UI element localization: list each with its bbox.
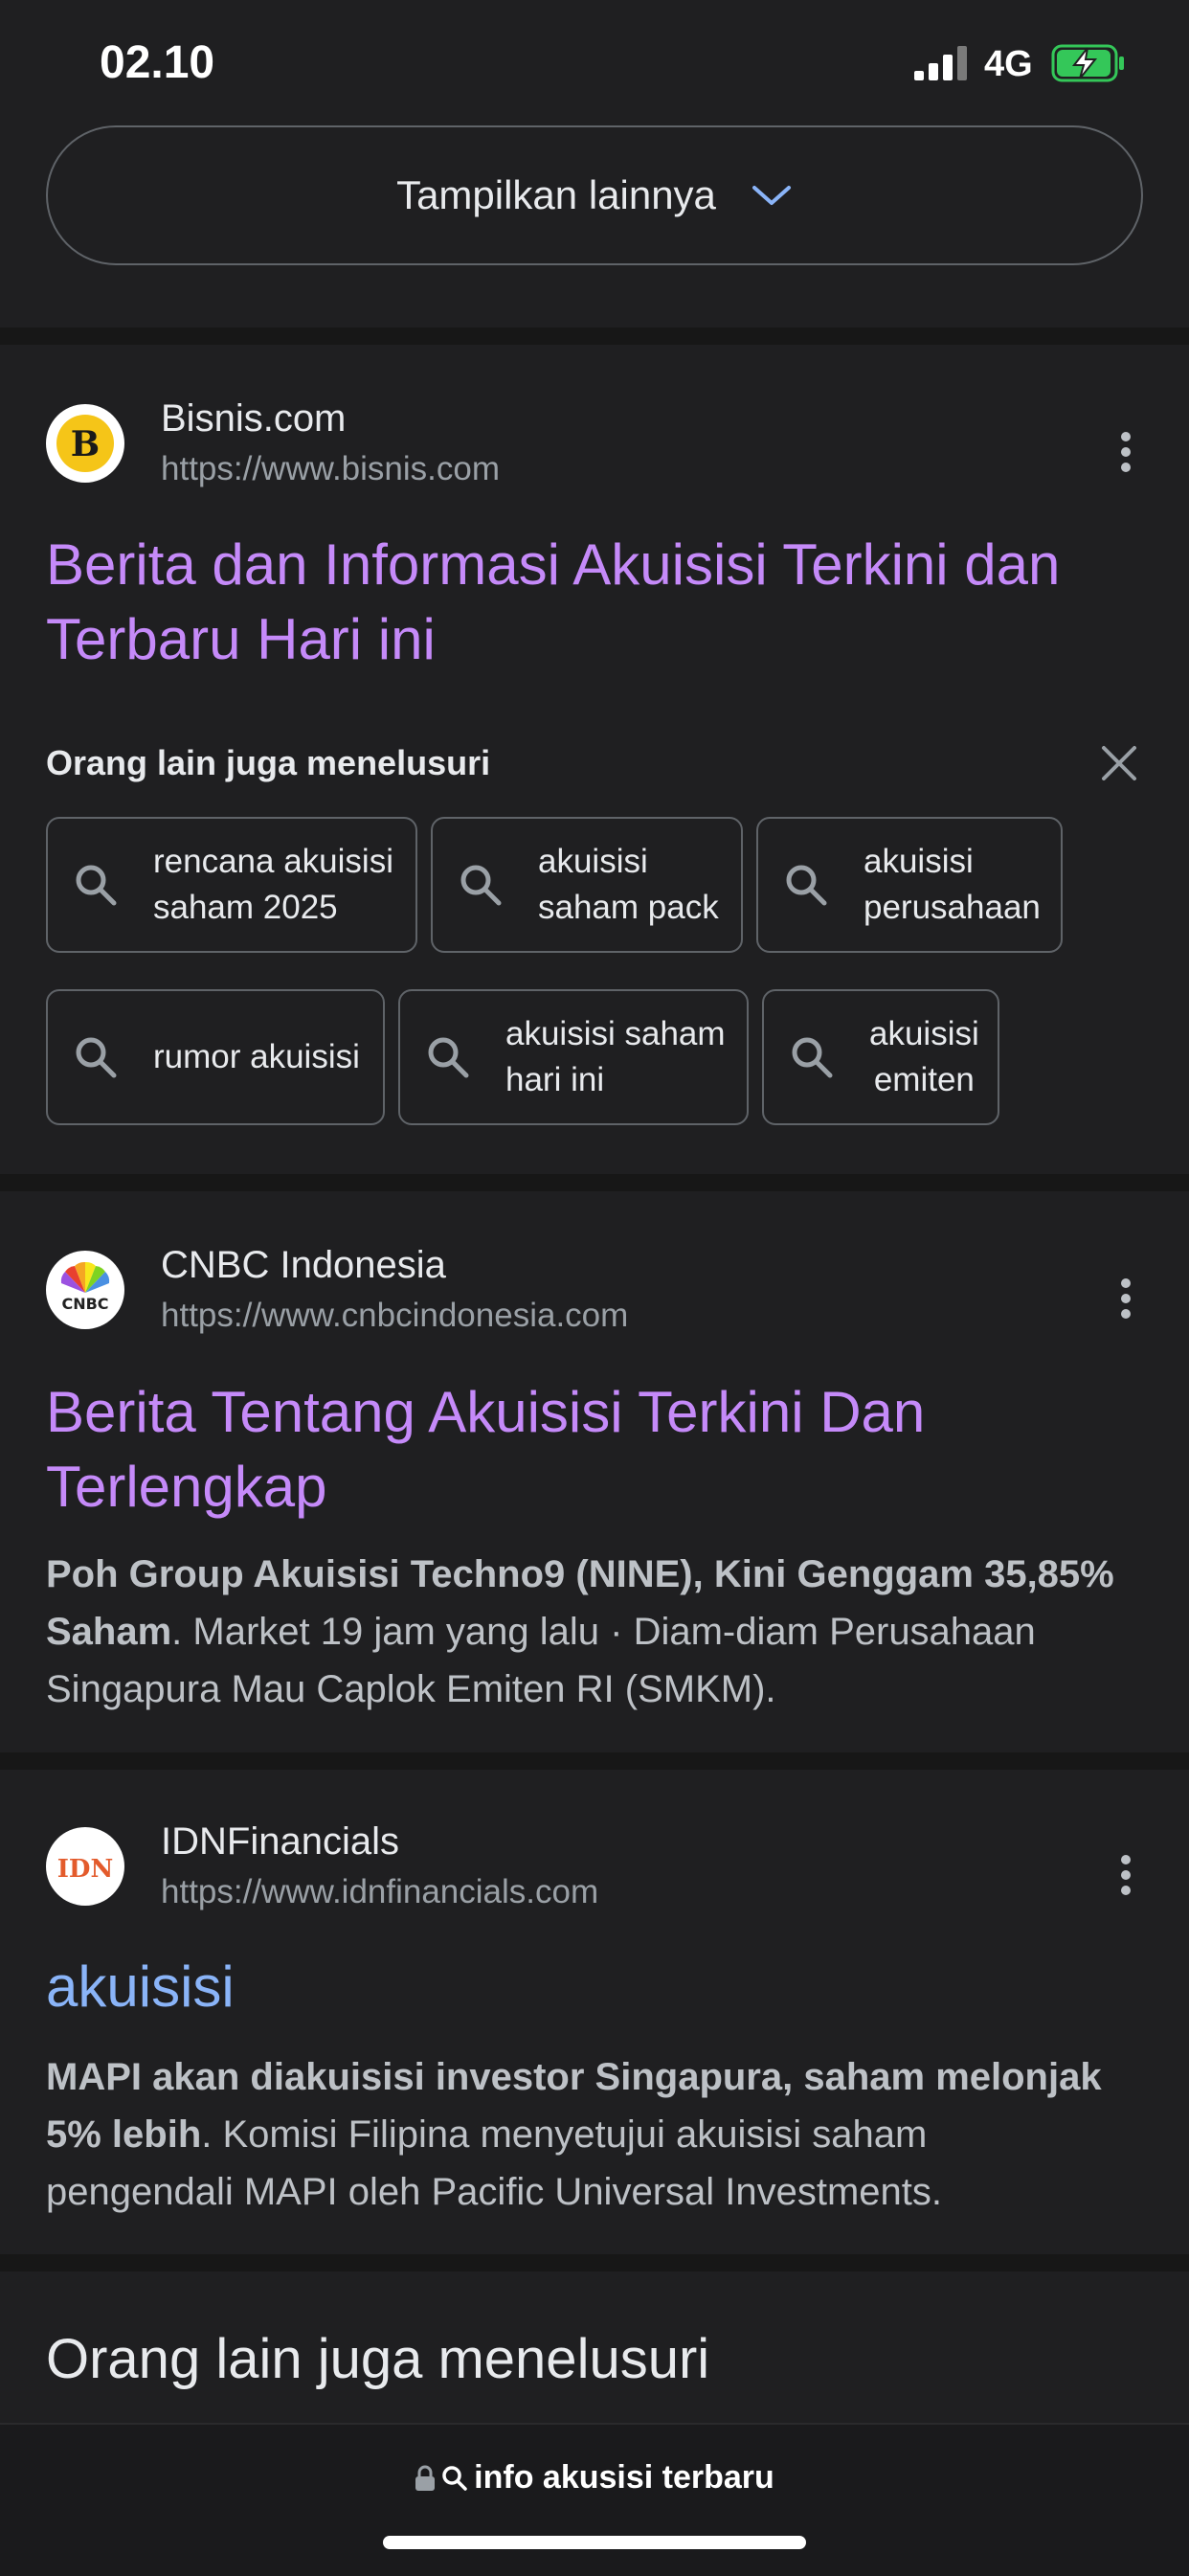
search-chip[interactable]: rumor akuisisi [46, 989, 385, 1125]
network-type: 4G [984, 44, 1033, 84]
people-also-search-title: Orang lain juga menelusuri [46, 743, 491, 782]
show-more-button[interactable]: Tampilkan lainnya [46, 125, 1143, 265]
close-icon[interactable] [1099, 743, 1139, 783]
people-also-search-heading: Orang lain juga menelusuri [46, 2328, 710, 2390]
show-more-label: Tampilkan lainnya [396, 172, 716, 217]
home-indicator[interactable] [383, 2536, 806, 2549]
more-options-icon[interactable] [1116, 431, 1135, 473]
search-icon [76, 865, 117, 906]
result-site-name: IDNFinancials [161, 1820, 399, 1863]
result-site-url: https://www.cnbcindonesia.com [161, 1297, 629, 1334]
more-options-icon[interactable] [1116, 1854, 1135, 1896]
lock-icon [415, 2465, 436, 2491]
search-icon [428, 1037, 469, 1078]
search-icon [786, 865, 827, 906]
more-options-icon[interactable] [1116, 1277, 1135, 1320]
idnfinancials-favicon: IDN [46, 1827, 124, 1906]
result-site-name: CNBC Indonesia [161, 1244, 446, 1286]
section-divider [0, 2254, 1189, 2271]
bottom-address-bar[interactable] [0, 2423, 1189, 2576]
svg-text:B: B [71, 424, 100, 464]
result-snippet: MAPI akan diakuisisi investor Singapura,… [46, 2056, 1102, 2213]
query-text: info akusisi terbaru [474, 2459, 774, 2496]
chevron-down-icon [752, 186, 791, 205]
address-bar-query[interactable]: info akusisi terbaru [0, 2459, 1189, 2497]
result-title-link[interactable]: akuisisi [46, 1950, 1147, 2024]
section-divider [0, 1174, 1189, 1191]
result-title-link[interactable]: Berita Tentang Akuisisi Terkini Dan Terl… [46, 1375, 1147, 1525]
result-site-url: https://www.bisnis.com [161, 450, 500, 487]
search-icon [76, 1037, 117, 1078]
result-title-link[interactable]: Berita dan Informasi Akuisisi Terkini da… [46, 528, 1147, 677]
search-icon [792, 1037, 833, 1078]
search-chip[interactable]: akuisisi saham pack [431, 817, 743, 953]
search-chip[interactable]: akuisisi perusahaan [756, 817, 1063, 953]
section-divider [0, 328, 1189, 345]
search-chip[interactable]: akuisisi saham hari ini [398, 989, 749, 1125]
battery-charging-icon [1051, 44, 1124, 82]
search-chip[interactable]: rencana akuisisi saham 2025 [46, 817, 417, 953]
svg-text:IDN: IDN [57, 1855, 113, 1884]
search-chip[interactable]: akuisisi emiten [762, 989, 999, 1125]
section-divider [0, 1752, 1189, 1770]
svg-text:CNBC: CNBC [61, 1295, 108, 1313]
search-icon [460, 865, 502, 906]
search-icon [442, 2465, 467, 2491]
cellular-signal-icon [914, 46, 967, 80]
bisnis-favicon: B [46, 404, 124, 483]
result-site-name: Bisnis.com [161, 397, 347, 440]
result-site-url: https://www.idnfinancials.com [161, 1873, 599, 1910]
cnbc-favicon: CNBC [46, 1251, 124, 1329]
result-snippet: Poh Group Akuisisi Techno9 (NINE), Kini … [46, 1553, 1114, 1710]
status-time: 02.10 [100, 37, 215, 88]
